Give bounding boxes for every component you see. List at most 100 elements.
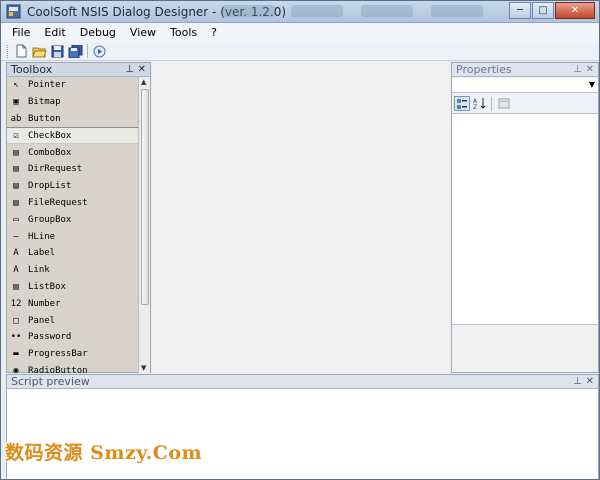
properties-toolbar: AZ — [452, 94, 598, 113]
property-pages-icon[interactable] — [496, 96, 512, 111]
run-icon[interactable] — [92, 44, 107, 59]
droplist-icon: ▤ — [13, 181, 19, 192]
pin-icon[interactable]: ⊥ — [573, 375, 582, 389]
title-bar[interactable]: CoolSoft NSIS Dialog Designer - (ver. 1.… — [1, 1, 599, 23]
toolbox-item-label: Button — [28, 113, 61, 124]
properties-title: Properties — [456, 63, 512, 76]
title-bar-blur — [431, 5, 483, 17]
menu-debug[interactable]: Debug — [80, 26, 116, 39]
close-icon[interactable]: ✕ — [586, 63, 594, 77]
button-icon: ab — [10, 113, 22, 124]
toolbox-item-label: Pointer — [28, 80, 66, 91]
toolbox-item-pointer[interactable]: ↖ Pointer — [7, 77, 138, 94]
minimize-button[interactable]: ─ — [509, 2, 531, 19]
scroll-up-icon[interactable]: ▲ — [141, 78, 146, 86]
toolbox-scrollbar[interactable]: ▲ ▼ — [138, 77, 150, 373]
pointer-icon: ↖ — [13, 80, 19, 91]
script-preview-title: Script preview — [11, 375, 90, 388]
toolbox-item-label[interactable]: A Label — [7, 245, 138, 262]
toolbox-item-bitmap[interactable]: ▣ Bitmap — [7, 94, 138, 111]
scrollbar-thumb[interactable] — [141, 89, 149, 305]
toolbox-item-label: GroupBox — [28, 214, 72, 225]
toolbox-item-link[interactable]: A Link — [7, 262, 138, 279]
toolbox-title: Toolbox — [11, 63, 53, 76]
svg-text:Z: Z — [473, 104, 477, 110]
toolbox-panel: Toolbox ⊥ ✕ ↖ Pointer ▣ Bitmap ab Button ☑ Chec… — [6, 62, 151, 373]
pin-icon[interactable]: ⊥ — [125, 63, 134, 77]
minimize-icon: ─ — [516, 5, 524, 16]
listbox-icon: ▤ — [13, 281, 19, 292]
label-icon: A — [13, 248, 19, 259]
categorized-icon[interactable] — [454, 96, 470, 111]
toolbox-item-label: ListBox — [28, 281, 66, 292]
new-file-icon[interactable] — [14, 44, 29, 59]
app-icon — [6, 4, 21, 19]
hline-icon: — — [13, 231, 19, 242]
combobox-icon: ▤ — [13, 147, 19, 158]
maximize-icon: □ — [538, 5, 548, 16]
toolbox-item-hline[interactable]: — HLine — [7, 228, 138, 245]
toolbox-item-label: Number — [28, 298, 61, 309]
toolbox-item-checkbox[interactable]: ☑ CheckBox — [7, 127, 138, 145]
toolbox-item-password[interactable]: •• Password — [7, 329, 138, 346]
close-button[interactable]: ✕ — [555, 2, 595, 19]
toolbox-item-label: Password — [28, 332, 72, 343]
toolbox-header: Toolbox ⊥ ✕ — [7, 63, 150, 77]
progressbar-icon: ▬ — [13, 349, 19, 360]
design-area[interactable] — [152, 62, 450, 373]
close-icon[interactable]: ✕ — [586, 375, 594, 389]
pin-icon[interactable]: ⊥ — [573, 63, 582, 77]
toolbox-item-droplist[interactable]: ▤ DropList — [7, 178, 138, 195]
title-bar-blur — [223, 5, 275, 17]
radiobutton-icon: ◉ — [13, 365, 19, 373]
toolbox-item-filerequest[interactable]: ▤ FileRequest — [7, 195, 138, 212]
toolbox-item-number[interactable]: 12 Number — [7, 295, 138, 312]
bitmap-icon: ▣ — [13, 97, 19, 108]
maximize-button[interactable]: □ — [532, 2, 554, 19]
toolbox-item-dirrequest[interactable]: ▤ DirRequest — [7, 161, 138, 178]
menu-edit[interactable]: Edit — [44, 26, 65, 39]
property-grid[interactable] — [452, 113, 598, 325]
menu-tools[interactable]: Tools — [170, 26, 197, 39]
toolbox-item-label: DirRequest — [28, 164, 83, 175]
menu-bar: File Edit Debug View Tools ? — [1, 23, 599, 42]
groupbox-icon: ▭ — [13, 214, 19, 225]
toolbox-item-label: Bitmap — [28, 97, 61, 108]
sort-alphabetical-icon[interactable]: AZ — [472, 96, 488, 111]
toolbox-item-label: FileRequest — [28, 197, 88, 208]
chevron-down-icon: ▼ — [588, 80, 595, 89]
close-icon[interactable]: ✕ — [138, 63, 146, 77]
toolbar-grip[interactable] — [7, 44, 10, 58]
toolbox-item-label: DropList — [28, 181, 72, 192]
app-window: CoolSoft NSIS Dialog Designer - (ver. 1.… — [0, 0, 600, 480]
toolbox-item-listbox[interactable]: ▤ ListBox — [7, 279, 138, 296]
toolbox-item-label: Panel — [28, 315, 56, 326]
toolbox-item-radiobutton[interactable]: ◉ RadioButton — [7, 363, 138, 373]
save-all-icon[interactable] — [68, 44, 83, 59]
open-folder-icon[interactable] — [32, 44, 47, 59]
menu-file[interactable]: File — [12, 26, 30, 39]
number-icon: 12 — [10, 298, 22, 309]
toolbox-item-panel[interactable]: □ Panel — [7, 312, 138, 329]
checkbox-icon: ☑ — [13, 130, 19, 141]
toolbox-list: ↖ Pointer ▣ Bitmap ab Button ☑ CheckBox ▤ ComboBo… — [7, 77, 138, 373]
save-icon[interactable] — [50, 44, 65, 59]
menu-view[interactable]: View — [130, 26, 156, 39]
scroll-down-icon[interactable]: ▼ — [141, 364, 146, 372]
filerequest-icon: ▤ — [13, 197, 19, 208]
toolbar — [1, 42, 599, 61]
toolbox-item-combobox[interactable]: ▤ ComboBox — [7, 144, 138, 161]
watermark: 数码资源 Smzy.Com — [5, 442, 203, 464]
object-selector-dropdown[interactable]: ▼ — [452, 78, 598, 93]
dirrequest-icon: ▤ — [13, 164, 19, 175]
toolbox-item-button[interactable]: ab Button — [7, 111, 138, 128]
properties-header: Properties ⊥ ✕ — [452, 63, 598, 77]
toolbox-item-label: ProgressBar — [28, 349, 88, 360]
toolbox-item-groupbox[interactable]: ▭ GroupBox — [7, 211, 138, 228]
toolbox-item-progressbar[interactable]: ▬ ProgressBar — [7, 346, 138, 363]
toolbox-item-label: Link — [28, 265, 50, 276]
toolbox-item-label: RadioButton — [28, 365, 88, 373]
toolbox-item-label: CheckBox — [28, 130, 72, 141]
menu-help[interactable]: ? — [211, 26, 217, 39]
close-icon: ✕ — [570, 5, 580, 16]
